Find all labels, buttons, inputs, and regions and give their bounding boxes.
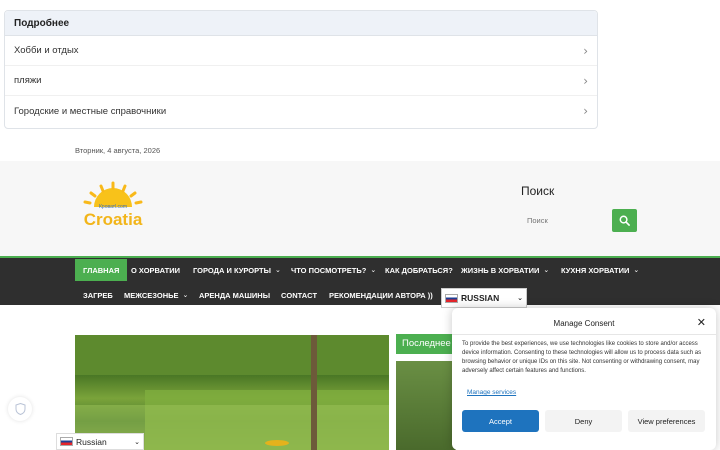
nav-item-label: Аренда машины	[199, 290, 271, 300]
chevron-right-icon: ›	[583, 43, 588, 58]
nav-item-home[interactable]: Главная	[75, 259, 128, 281]
chevron-down-icon: ⌄	[274, 266, 281, 274]
logo-text: Croatia	[84, 210, 143, 229]
divider	[452, 334, 716, 335]
language-selector[interactable]: RUSSIAN ⌄	[441, 288, 527, 308]
nav-item-label: Кухня Хорватии	[561, 265, 630, 275]
search-button[interactable]	[612, 209, 637, 232]
nav-item-label: Города и курорты	[193, 265, 271, 275]
nav-item-label: Жизнь в Хорватии	[461, 265, 540, 275]
shield-icon	[15, 403, 25, 415]
nav-item-zagreb[interactable]: Загреб	[83, 284, 113, 306]
nav-item-car-rental[interactable]: Аренда машины	[199, 284, 270, 306]
nav-item-label: Рекомендации автора ))	[329, 290, 433, 300]
cookie-consent-dialog: Manage Consent ✕ To provide the best exp…	[452, 308, 716, 450]
chevron-down-icon: ⌄	[182, 291, 189, 299]
related-item-label: Хобби и отдых	[14, 45, 79, 56]
chevron-down-icon: ⌄	[543, 266, 550, 274]
nav-item-label: О Хорватии	[131, 265, 181, 275]
search-title: Поиск	[521, 184, 555, 198]
main-navigation: Главная О Хорватии Города и курорты ⌄ Что…	[0, 256, 720, 308]
chevron-down-icon: ⌄	[633, 266, 640, 274]
nav-item-label: Contact	[281, 290, 318, 300]
accept-button[interactable]: Accept	[462, 410, 539, 432]
nav-item-life[interactable]: Жизнь в Хорватии ⌄	[461, 259, 549, 281]
chevron-down-icon: ⌄	[517, 294, 523, 302]
nav-item-label: Главная	[83, 265, 120, 275]
chevron-right-icon: ›	[583, 104, 588, 118]
nav-item-recommendations[interactable]: Рекомендации автора ))	[329, 284, 433, 306]
nav-item-about[interactable]: О Хорватии	[131, 259, 180, 281]
search-input[interactable]	[521, 209, 611, 231]
language-label: Russian	[76, 436, 107, 447]
nav-item-label: Как добраться?	[385, 265, 453, 275]
search-icon	[619, 215, 630, 226]
latest-posts-tag: Последнее	[396, 334, 458, 354]
nav-item-how-to-get[interactable]: Как добраться?	[385, 259, 453, 281]
nav-item-label: Что посмотреть?	[291, 265, 367, 275]
nav-item-off-season[interactable]: Межсезонье ⌄	[124, 284, 188, 306]
chevron-down-icon: ⌄	[134, 437, 140, 446]
related-topics-panel: Подробнее Хобби и отдых › пляжи › Городс…	[4, 10, 598, 129]
site-logo[interactable]: Кроватl.com Croatia	[74, 181, 152, 231]
consent-title: Manage Consent	[553, 319, 615, 328]
related-item-hobbies[interactable]: Хобби и отдых ›	[5, 36, 597, 66]
chevron-right-icon: ›	[583, 73, 588, 88]
nav-item-contact[interactable]: Contact	[281, 284, 317, 306]
deny-button[interactable]: Deny	[545, 410, 622, 432]
related-item-beaches[interactable]: пляжи ›	[5, 66, 597, 96]
related-item-label: пляжи	[14, 75, 42, 86]
close-icon[interactable]: ✕	[697, 316, 706, 329]
current-date: Вторник, 4 августа, 2026	[75, 146, 161, 155]
latest-post-image[interactable]	[396, 361, 456, 450]
russia-flag-icon	[445, 293, 458, 303]
manage-services-link[interactable]: Manage services	[467, 389, 516, 396]
nav-item-cuisine[interactable]: Кухня Хорватии ⌄	[561, 259, 639, 281]
consent-body: To provide the best experiences, we use …	[462, 341, 702, 374]
nav-item-label: Межсезонье	[124, 290, 179, 300]
related-item-label: Городские и местные справочники	[14, 105, 167, 117]
russia-flag-icon	[60, 437, 73, 446]
privacy-shield-button[interactable]	[8, 397, 32, 421]
chevron-down-icon: ⌄	[370, 266, 377, 274]
related-topics-heading: Подробнее	[5, 11, 597, 36]
nav-item-what-to-see[interactable]: Что посмотреть? ⌄	[291, 259, 376, 281]
nav-item-cities[interactable]: Города и курорты ⌄	[193, 259, 281, 281]
view-preferences-button[interactable]: View preferences	[628, 410, 705, 432]
nav-item-label: Загреб	[83, 290, 113, 300]
language-label: RUSSIAN	[461, 293, 500, 303]
site-header: Кроватl.com Croatia Поиск	[0, 161, 720, 256]
related-item-directories[interactable]: Городские и местные справочники ›	[5, 96, 597, 126]
floating-language-selector[interactable]: Russian ⌄	[56, 433, 144, 450]
